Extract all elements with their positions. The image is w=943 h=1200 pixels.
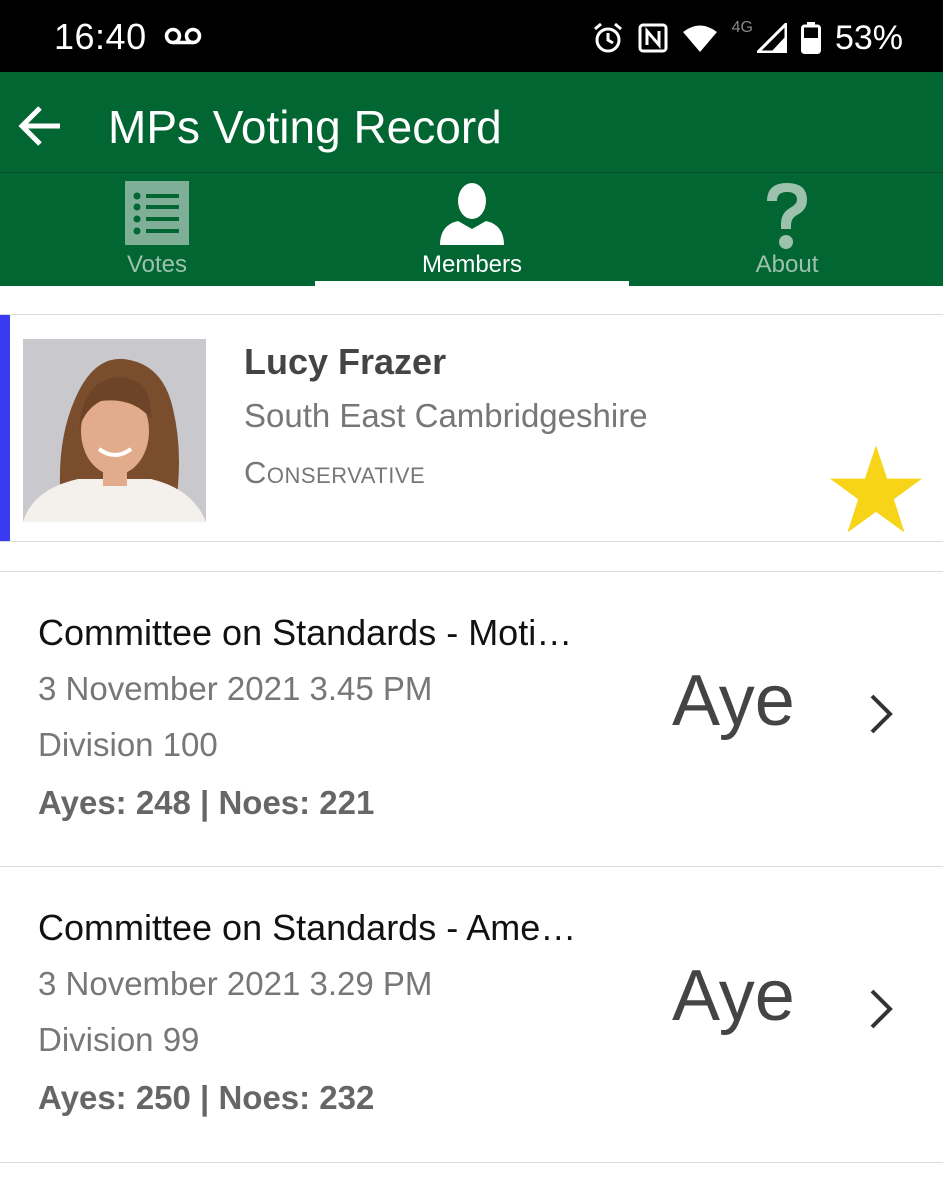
app-title: MPs Voting Record — [108, 101, 502, 153]
member-portrait — [23, 339, 206, 522]
vote-list-item[interactable]: Committee on Standards - Ame… 3 November… — [0, 867, 943, 1163]
vote-title: Committee on Standards - Moti… — [38, 612, 573, 653]
vote-counts: Ayes: 248 | Noes: 221 — [38, 784, 375, 821]
tab-votes-label: Votes — [126, 251, 188, 278]
alarm-icon — [593, 22, 622, 53]
chevron-right-icon — [870, 694, 893, 734]
battery-icon — [800, 22, 821, 54]
party-color-stripe — [0, 315, 10, 541]
member-photo — [23, 339, 206, 522]
status-time: 16:40 — [54, 16, 147, 57]
wifi-icon — [682, 25, 717, 52]
arrow-back-icon — [18, 106, 60, 146]
status-bar: 16:40 4G 53% — [0, 0, 943, 72]
question-icon — [767, 183, 807, 249]
voicemail-icon — [164, 27, 202, 45]
tab-about-label: About — [755, 251, 819, 278]
tab-members-label: Members — [421, 251, 523, 278]
vote-result: Aye — [672, 956, 795, 1036]
status-icons: 4G 53% — [592, 16, 903, 60]
vote-division: Division 99 — [38, 1021, 200, 1058]
vote-date: 3 November 2021 3.29 PM — [38, 965, 433, 1002]
vote-division: Division 100 — [38, 726, 218, 763]
signal-icon — [756, 23, 787, 53]
tab-about[interactable]: About — [630, 173, 943, 287]
vote-title: Committee on Standards - Ame… — [38, 907, 577, 948]
vote-result: Aye — [672, 661, 795, 741]
battery-percent: 53% — [834, 18, 903, 57]
vote-list-item[interactable]: Committee on Standards - Moti… 3 Novembe… — [0, 571, 943, 867]
tab-votes[interactable]: Votes — [0, 173, 314, 287]
chevron-right-icon — [870, 989, 893, 1029]
tab-bar: Votes Members About — [0, 172, 943, 459]
person-icon — [440, 183, 504, 245]
tab-members[interactable]: Members — [315, 173, 629, 287]
back-button[interactable] — [12, 98, 68, 154]
tab-active-indicator — [315, 281, 629, 287]
nfc-icon — [638, 23, 668, 53]
list-icon — [125, 181, 189, 245]
vote-counts: Ayes: 250 | Noes: 232 — [38, 1079, 375, 1116]
vote-date: 3 November 2021 3.45 PM — [38, 670, 433, 707]
app-bar: MPs Voting Record — [0, 72, 943, 172]
network-type: 4G — [731, 19, 753, 36]
member-name: Lucy Frazer — [244, 341, 447, 382]
member-card[interactable]: Lucy Frazer South East Cambridgeshire Co… — [0, 314, 943, 542]
member-party: Conservative — [244, 455, 426, 490]
member-constituency: South East Cambridgeshire — [244, 397, 648, 434]
favorite-star-icon[interactable] — [829, 445, 923, 535]
